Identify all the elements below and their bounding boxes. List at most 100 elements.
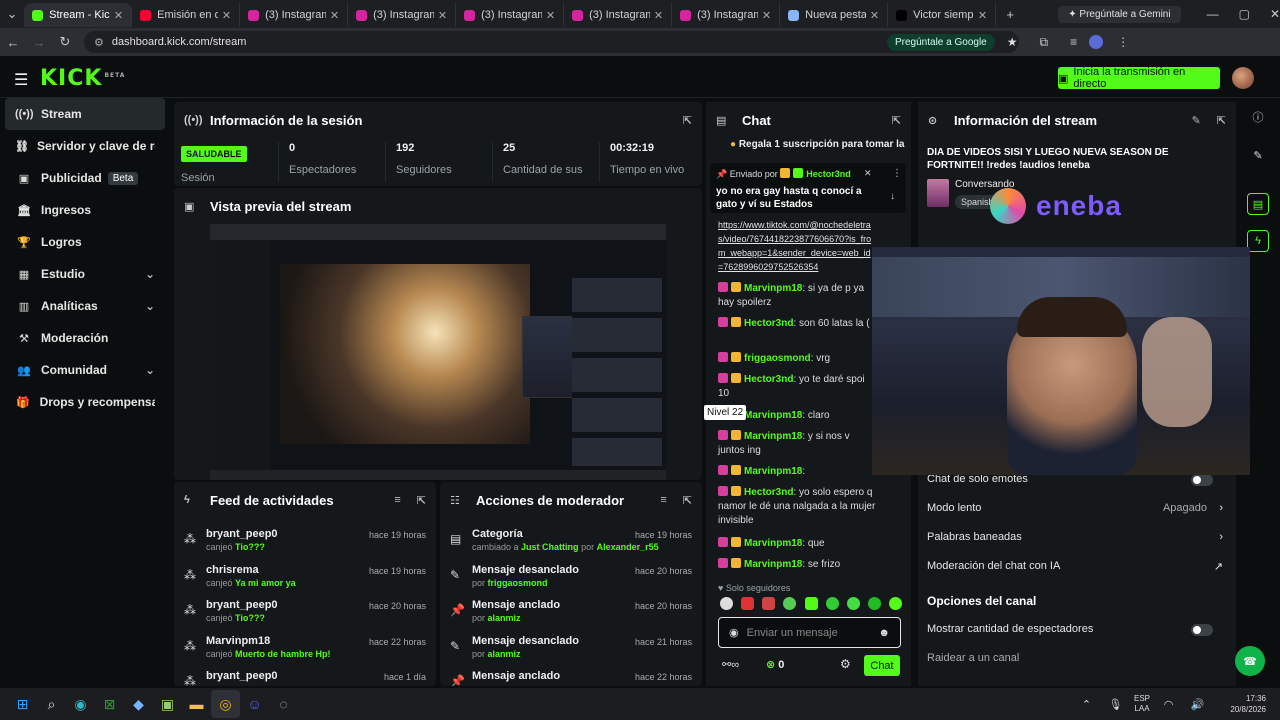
- go-live-button[interactable]: ▣ Inicia la transmisión en directo: [1058, 66, 1220, 90]
- chat-message[interactable]: Hector3nd: son 60 latas la (: [718, 317, 876, 331]
- emoji-icon[interactable]: ☻: [878, 627, 890, 639]
- unpin-icon[interactable]: ✕: [864, 168, 872, 179]
- popout-icon[interactable]: ⇱: [892, 114, 901, 127]
- tab-list-icon[interactable]: ⌄: [0, 6, 24, 22]
- edit-pencil-icon[interactable]: ✎: [1192, 114, 1201, 127]
- feed-row[interactable]: ⁂ chrisrema canjeó Ya mi amor ya hace 19…: [174, 564, 436, 600]
- sidebar-item-publicidad[interactable]: ▣ Publicidad Beta: [5, 162, 165, 194]
- maximize-icon[interactable]: ▢: [1239, 7, 1250, 21]
- expand-pinned-icon[interactable]: ↓: [890, 191, 895, 202]
- mod-row[interactable]: ▤ Categoría cambiado a Just Chatting por…: [440, 528, 702, 564]
- sidebar-item-ingresos[interactable]: 🏛 Ingresos: [5, 194, 165, 226]
- sidebar-item-estudio[interactable]: ▦ Estudio ⌄: [5, 258, 165, 290]
- setting-slow-mode[interactable]: Modo lento Apagado ›: [927, 502, 1225, 514]
- browser-tab[interactable]: (3) Instagram ✕: [240, 3, 349, 27]
- close-tab-icon[interactable]: ✕: [438, 9, 447, 22]
- browser-tab[interactable]: (3) Instagram ✕: [672, 3, 781, 27]
- minimize-icon[interactable]: —: [1207, 7, 1219, 21]
- pinned-message[interactable]: 📌 Enviado por Hector3nd ✕ ⋮ yo no era ga…: [710, 163, 906, 213]
- hamburger-icon[interactable]: ☰: [14, 70, 28, 90]
- close-tab-icon[interactable]: ✕: [546, 9, 555, 22]
- browser-tab[interactable]: (3) Instagram ✕: [564, 3, 673, 27]
- feed-row[interactable]: ⁂ bryant_peep0 canjeó Tio??? hace 19 hor…: [174, 528, 436, 564]
- emote-icon[interactable]: [804, 597, 818, 610]
- setting-ai-moderation[interactable]: Moderación del chat con IA ↗: [927, 560, 1225, 573]
- pinned-menu-icon[interactable]: ⋮: [892, 168, 902, 179]
- emote-icon[interactable]: [720, 597, 733, 610]
- emote-icon[interactable]: [741, 597, 755, 610]
- extensions-icon[interactable]: ⧉: [1040, 35, 1049, 50]
- filter-icon[interactable]: ≡: [660, 494, 666, 506]
- browser-tab[interactable]: (3) Instagram ✕: [348, 3, 457, 27]
- bolt-icon[interactable]: ϟ: [1247, 230, 1269, 252]
- chat-message[interactable]: Marvinpm18: y si nos v juntos ing: [718, 430, 876, 458]
- chat-input[interactable]: ◉ Enviar un mensaje ☻: [718, 617, 901, 648]
- browser-menu-icon[interactable]: ⋮: [1117, 35, 1129, 49]
- clock[interactable]: 17:36 20/8/2026: [1212, 693, 1266, 715]
- ask-google-button[interactable]: Pregúntale a Google: [887, 33, 995, 51]
- chat-message[interactable]: Hector3nd: yo solo espero q namor le dé …: [718, 486, 876, 528]
- sidebar-item-logros[interactable]: 🏆 Logros: [5, 226, 165, 258]
- setting-raid[interactable]: Raidear a un canal: [927, 652, 1225, 664]
- sidebar-item-drops[interactable]: 🎁 Drops y recompensas: [5, 386, 165, 418]
- chat-username[interactable]: Marvinpm18: [744, 559, 802, 570]
- chat-link[interactable]: https://www.tiktok.com/@nochedeletras/vi…: [718, 218, 874, 274]
- file-explorer-icon[interactable]: ▬: [182, 690, 211, 718]
- app-icon[interactable]: ◆: [124, 690, 153, 718]
- filter-icon[interactable]: ≡: [394, 494, 400, 506]
- kick-logo[interactable]: KICK BETA: [40, 66, 125, 91]
- emote-icon[interactable]: [846, 597, 860, 610]
- chat-username[interactable]: Hector3nd: [744, 318, 793, 329]
- close-window-icon[interactable]: ✕: [1270, 7, 1280, 21]
- stream-preview-video[interactable]: [210, 224, 666, 480]
- close-tab-icon[interactable]: ✕: [222, 9, 231, 22]
- sidebar-item-moderacion[interactable]: ⚒ Moderación: [5, 322, 165, 354]
- search-icon[interactable]: ⌕: [37, 690, 66, 718]
- app-icon[interactable]: ▣: [153, 690, 182, 718]
- reload-icon[interactable]: ↻: [52, 34, 78, 50]
- browser-tab[interactable]: Emisión en direct ✕: [132, 3, 241, 27]
- feed-row[interactable]: ⁂ Marvinpm18 canjeó Muerto de hambre Hp!…: [174, 635, 436, 671]
- emote-icon[interactable]: [889, 597, 902, 610]
- close-tab-icon[interactable]: ✕: [654, 9, 663, 22]
- sidebar-item-comunidad[interactable]: 👥 Comunidad ⌄: [5, 354, 165, 386]
- chat-username[interactable]: Hector3nd: [744, 374, 793, 385]
- chat-message[interactable]: friggaosmond: vrg: [718, 352, 876, 366]
- xbox-icon[interactable]: ⊠: [95, 690, 124, 718]
- feed-row[interactable]: ⁂ bryant_peep0 hace 1 día: [174, 670, 436, 686]
- gift-banner[interactable]: ● Regala 1 suscripción para tomar la: [730, 139, 906, 150]
- profile-icon[interactable]: [1089, 35, 1104, 49]
- emote-icon[interactable]: [825, 597, 839, 610]
- channel-points[interactable]: ⚯∞: [722, 658, 739, 671]
- chat-message[interactable]: Marvinpm18:: [718, 465, 876, 479]
- popout-icon[interactable]: ⇱: [683, 114, 692, 127]
- chat-settings-icon[interactable]: ⚙: [840, 657, 851, 671]
- sidebar-item-analiticas[interactable]: ▥ Analíticas ⌄: [5, 290, 165, 322]
- wifi-icon[interactable]: ◠: [1154, 690, 1183, 718]
- chat-username[interactable]: Hector3nd: [744, 487, 793, 498]
- chat-username[interactable]: Marvinpm18: [744, 283, 802, 294]
- back-icon[interactable]: ←: [0, 35, 26, 50]
- reading-list-icon[interactable]: ≡: [1070, 35, 1077, 49]
- show-viewers-toggle[interactable]: [1191, 624, 1213, 636]
- emote-icon[interactable]: [762, 597, 776, 610]
- discord-icon[interactable]: ☺: [240, 690, 269, 718]
- chat-username[interactable]: Marvinpm18: [744, 538, 802, 549]
- chat-message[interactable]: Marvinpm18: se frizo: [718, 558, 876, 572]
- tray-chevron-icon[interactable]: ⌃: [1072, 690, 1101, 718]
- chat-send-button[interactable]: Chat: [864, 655, 900, 676]
- browser-tab[interactable]: Nueva pestaña ✕: [780, 3, 889, 27]
- layout-icon[interactable]: ▤: [1247, 193, 1269, 215]
- volume-icon[interactable]: 🔊: [1183, 690, 1212, 718]
- popout-icon[interactable]: ⇱: [1217, 114, 1226, 127]
- chat-username[interactable]: Marvinpm18: [744, 431, 802, 442]
- chat-message[interactable]: Marvinpm18: si ya de p ya hay spoilerz: [718, 282, 876, 310]
- close-tab-icon[interactable]: ✕: [762, 9, 771, 22]
- popout-icon[interactable]: ⇱: [417, 494, 426, 507]
- chat-username[interactable]: Marvinpm18: [744, 466, 802, 477]
- gemini-button[interactable]: ✦ Pregúntale a Gemini: [1058, 5, 1181, 23]
- kick-coins[interactable]: ⊗ 0: [766, 658, 784, 671]
- mod-row[interactable]: ✎ Mensaje desanclado por alanmiz hace 21…: [440, 635, 702, 671]
- emote-only-toggle[interactable]: [1191, 474, 1213, 486]
- site-info-icon[interactable]: ⚙: [94, 36, 104, 49]
